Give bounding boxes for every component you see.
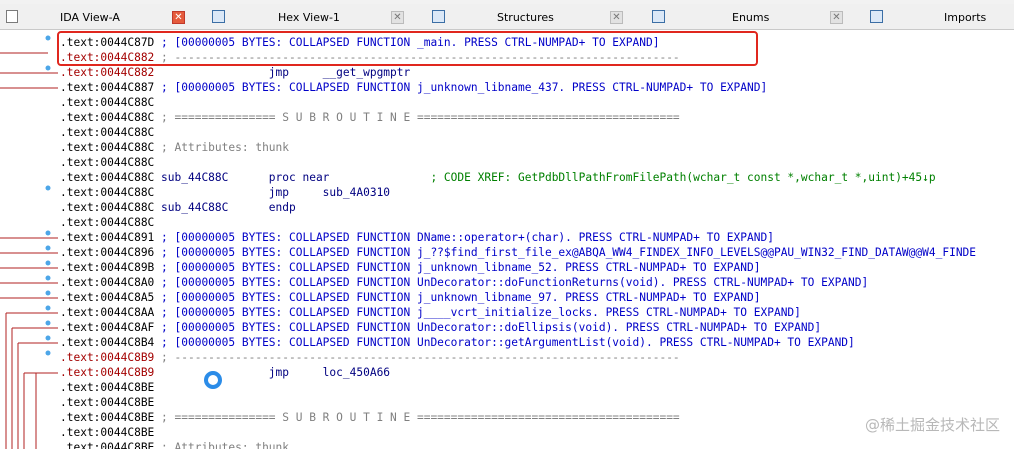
listing-line[interactable]: .text:0044C88C sub_44C88C proc near ; CO… [60,170,936,185]
tab-bar: IDA View-A ✕ Hex View-1 ✕ Structures ✕ E… [0,4,1014,30]
tab-label: Imports [944,10,987,24]
line-text: ; [00000005 BYTES: COLLAPSED FUNCTION j_… [154,81,768,94]
line-text: ; [00000005 BYTES: COLLAPSED FUNCTION j_… [154,306,801,319]
listing-line[interactable]: .text:0044C88C [60,155,154,170]
listing-line[interactable]: .text:0044C88C jmp sub_4A0310 [60,185,390,200]
listing-line[interactable]: .text:0044C89B ; [00000005 BYTES: COLLAP… [60,260,761,275]
disassembly-listing[interactable]: .text:0044C87D ; [00000005 BYTES: COLLAP… [60,30,1014,449]
line-address: .text:0044C8AF [60,321,155,334]
line-address: .text:0044C88C [60,171,155,184]
line-text: sub_44C88C endp [154,201,296,214]
tab-label: Enums [732,10,770,24]
line-text: ; Attributes: thunk [154,441,290,449]
line-address: .text:0044C8BE [60,411,155,424]
line-address: .text:0044C88C [60,201,155,214]
line-text: ; [00000005 BYTES: COLLAPSED FUNCTION Un… [154,276,869,289]
listing-line[interactable]: .text:0044C8BE [60,395,154,410]
line-text: sub_44C88C proc near ; CODE XREF: GetPdb… [154,171,936,184]
line-text: ; =============== S U B R O U T I N E ==… [154,411,680,424]
line-address: .text:0044C8A0 [60,276,155,289]
hex-view-icon [212,10,225,23]
line-address: .text:0044C8AA [60,306,155,319]
line-address: .text:0044C88C [60,156,155,169]
line-text: ; [00000005 BYTES: COLLAPSED FUNCTION DN… [154,231,774,244]
listing-line[interactable]: .text:0044C8BE ; Attributes: thunk [60,440,289,449]
line-text: ; [00000005 BYTES: COLLAPSED FUNCTION Un… [154,336,855,349]
line-text: ; [00000005 BYTES: COLLAPSED FUNCTION j_… [154,246,977,259]
watermark: @稀土掘金技术社区 [864,416,1000,434]
listing-line[interactable]: .text:0044C8A5 ; [00000005 BYTES: COLLAP… [60,290,761,305]
close-icon[interactable]: ✕ [610,11,623,24]
line-address: .text:0044C8B4 [60,336,155,349]
tab-enums[interactable]: Enums ✕ [650,6,850,28]
listing-line[interactable]: .text:0044C8B4 ; [00000005 BYTES: COLLAP… [60,335,855,350]
highlight-box [57,31,758,66]
line-address: .text:0044C8A5 [60,291,155,304]
tab-label: IDA View-A [60,10,120,24]
line-address: .text:0044C88C [60,111,155,124]
listing-line[interactable]: .text:0044C896 ; [00000005 BYTES: COLLAP… [60,245,976,260]
line-address: .text:0044C891 [60,231,155,244]
tab-label: Structures [497,10,554,24]
structures-icon [432,10,445,23]
line-address: .text:0044C88C [60,126,155,139]
listing-line[interactable]: .text:0044C88C ; =============== S U B R… [60,110,680,125]
close-icon[interactable]: ✕ [830,11,843,24]
close-icon[interactable]: ✕ [391,11,404,24]
listing-line[interactable]: .text:0044C887 ; [00000005 BYTES: COLLAP… [60,80,767,95]
line-address: .text:0044C887 [60,81,155,94]
listing-line[interactable]: .text:0044C88C [60,215,154,230]
listing-line[interactable]: .text:0044C88C [60,125,154,140]
listing-line[interactable]: .text:0044C8A0 ; [00000005 BYTES: COLLAP… [60,275,868,290]
listing-line[interactable]: .text:0044C882 jmp __get_wpgmptr [60,65,410,80]
listing-line[interactable]: .text:0044C8BE [60,380,154,395]
line-address: .text:0044C896 [60,246,155,259]
line-address: .text:0044C882 [60,66,155,79]
line-address: .text:0044C88C [60,96,155,109]
tab-label: Hex View-1 [278,10,340,24]
line-address: .text:0044C88C [60,186,155,199]
line-text: ; [00000005 BYTES: COLLAPSED FUNCTION Un… [154,321,822,334]
tab-structures[interactable]: Structures ✕ [430,6,630,28]
flow-arrows-gutter [0,30,60,449]
loading-spinner-icon [204,371,222,389]
line-text: jmp loc_450A66 [154,366,391,379]
flow-arrows [0,35,58,449]
line-address: .text:0044C8B9 [60,366,155,379]
line-address: .text:0044C8BE [60,396,155,409]
line-text: ; [00000005 BYTES: COLLAPSED FUNCTION j_… [154,291,761,304]
tab-hex-view[interactable]: Hex View-1 ✕ [208,6,408,28]
xref-comment[interactable]: ; CODE XREF: GetPdbDllPathFromFilePath(w… [430,171,935,184]
imports-icon [870,10,883,23]
listing-line[interactable]: .text:0044C8B9 ; -----------------------… [60,350,680,365]
line-text: ; Attributes: thunk [154,141,290,154]
line-address: .text:0044C8B9 [60,351,155,364]
line-address: .text:0044C88C [60,141,155,154]
listing-line[interactable]: .text:0044C8AA ; [00000005 BYTES: COLLAP… [60,305,801,320]
listing-line[interactable]: .text:0044C8BE [60,425,154,440]
line-text: ; =============== S U B R O U T I N E ==… [154,111,680,124]
listing-line[interactable]: .text:0044C8BE ; =============== S U B R… [60,410,680,425]
listing-line[interactable]: .text:0044C8B9 jmp loc_450A66 [60,365,390,380]
listing-line[interactable]: .text:0044C88C ; Attributes: thunk [60,140,289,155]
listing-line[interactable]: .text:0044C88C [60,95,154,110]
line-address: .text:0044C88C [60,216,155,229]
line-text: ; --------------------------------------… [154,351,680,364]
line-text: jmp sub_4A0310 [154,186,391,199]
listing-line[interactable]: .text:0044C8AF ; [00000005 BYTES: COLLAP… [60,320,821,335]
listing-line[interactable]: .text:0044C891 ; [00000005 BYTES: COLLAP… [60,230,774,245]
line-address: .text:0044C8BE [60,441,155,449]
enums-icon [652,10,665,23]
line-text: ; [00000005 BYTES: COLLAPSED FUNCTION j_… [154,261,761,274]
tab-ida-view-a[interactable]: IDA View-A ✕ [6,6,191,28]
line-text: jmp __get_wpgmptr [154,66,411,79]
line-address: .text:0044C8BE [60,381,155,394]
line-address: .text:0044C8BE [60,426,155,439]
tab-imports[interactable]: Imports [868,6,1014,28]
listing-icon [6,10,18,23]
close-icon[interactable]: ✕ [172,11,185,24]
line-address: .text:0044C89B [60,261,155,274]
listing-line[interactable]: .text:0044C88C sub_44C88C endp [60,200,296,215]
